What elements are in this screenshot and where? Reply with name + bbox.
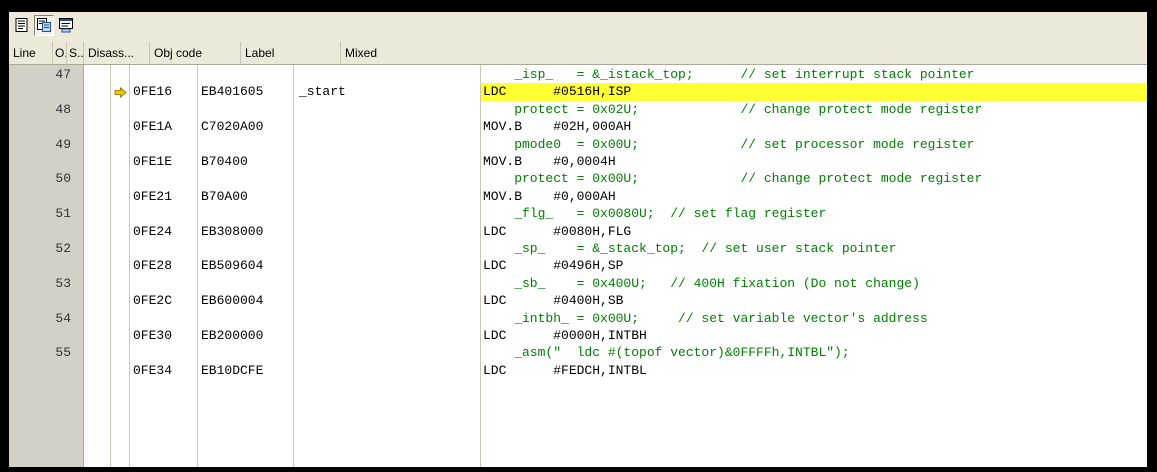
label-cell[interactable]: _start: [299, 83, 346, 101]
column-header-line[interactable]: Line: [9, 42, 53, 64]
line-number-gutter: [9, 65, 84, 467]
column-header: Line O.. S.. Disass... Obj code Label Mi…: [9, 42, 1147, 65]
source-line[interactable]: _flg_ = 0x0080U; // set flag register: [483, 205, 826, 223]
obj-code-cell[interactable]: C7020A00: [201, 118, 263, 136]
column-header-disassembly[interactable]: Disass...: [84, 42, 150, 64]
source-line[interactable]: pmode0 = 0x00U; // set processor mode re…: [483, 136, 974, 154]
column-s: [111, 65, 130, 467]
source-line[interactable]: _sp_ = &_stack_top; // set user stack po…: [483, 240, 896, 258]
source-line[interactable]: _intbh_ = 0x00U; // set variable vector'…: [483, 310, 927, 328]
disassembly-line[interactable]: LDC #0080H,FLG: [483, 223, 631, 241]
disassembly-line[interactable]: LDC #0000H,INTBH: [483, 327, 647, 345]
line-number: 49: [55, 136, 71, 152]
line-number: 53: [55, 275, 71, 291]
obj-code-cell[interactable]: EB200000: [201, 327, 263, 345]
mixed-view-icon: [58, 18, 73, 33]
mixed-code-grid[interactable]: 47 _isp_ = &_istack_top; // set interrup…: [9, 65, 1147, 467]
disassembly-line[interactable]: MOV.B #0,000AH: [483, 188, 616, 206]
address-cell[interactable]: 0FE34: [133, 362, 172, 380]
column-header-mixed[interactable]: Mixed: [341, 42, 1147, 64]
line-number: 52: [55, 241, 71, 256]
disassembly-view-button[interactable]: [34, 15, 54, 36]
current-pc-arrow-icon: [113, 83, 127, 101]
address-cell[interactable]: 0FE1E: [133, 153, 172, 171]
disassembly-line[interactable]: MOV.B #02H,000AH: [483, 118, 631, 136]
disassembly-line[interactable]: LDC #0400H,SB: [483, 292, 623, 310]
disassembly-line[interactable]: LDC #0516H,ISP: [483, 83, 631, 101]
column-divider: [480, 65, 481, 467]
obj-code-cell[interactable]: B70A00: [201, 188, 248, 206]
address-cell[interactable]: 0FE28: [133, 257, 172, 275]
source-line[interactable]: protect = 0x00U; // change protect mode …: [483, 170, 982, 188]
address-cell[interactable]: 0FE1A: [133, 118, 172, 136]
line-number: 51: [55, 206, 71, 222]
disassembly-line[interactable]: LDC #FEDCH,INTBL: [483, 362, 647, 380]
obj-code-cell[interactable]: EB401605: [201, 83, 263, 101]
column-header-label[interactable]: Label: [241, 42, 341, 64]
address-cell[interactable]: 0FE16: [133, 83, 172, 101]
line-number: 48: [55, 101, 71, 117]
address-cell[interactable]: 0FE30: [133, 327, 172, 345]
disassembly-line[interactable]: MOV.B #0,0004H: [483, 153, 616, 171]
line-number: 54: [55, 310, 71, 326]
obj-code-cell[interactable]: EB308000: [201, 223, 263, 241]
obj-code-cell[interactable]: EB10DCFE: [201, 362, 263, 380]
disassembly-view-icon: [36, 18, 51, 32]
column-header-s[interactable]: S..: [67, 42, 84, 64]
disassembly-line[interactable]: LDC #0496H,SP: [483, 257, 623, 275]
obj-code-cell[interactable]: EB600004: [201, 292, 263, 310]
column-header-o[interactable]: O..: [53, 42, 67, 64]
column-divider: [197, 65, 198, 467]
mixed-view-window: Line O.. S.. Disass... Obj code Label Mi…: [9, 12, 1147, 467]
line-number: 55: [55, 345, 71, 361]
column-divider: [293, 65, 294, 467]
view-toolbar: [9, 12, 1147, 43]
source-view-icon: [15, 18, 28, 32]
column-header-obj-code[interactable]: Obj code: [150, 42, 241, 64]
column-o: [84, 65, 111, 467]
source-line[interactable]: protect = 0x02U; // change protect mode …: [483, 101, 982, 119]
mixed-view-button[interactable]: [56, 15, 76, 36]
address-cell[interactable]: 0FE2C: [133, 292, 172, 310]
line-number: 47: [55, 67, 71, 82]
line-number: 50: [55, 171, 71, 187]
address-cell[interactable]: 0FE21: [133, 188, 172, 206]
address-cell[interactable]: 0FE24: [133, 223, 172, 241]
obj-code-cell[interactable]: B70400: [201, 153, 248, 171]
source-view-button[interactable]: [12, 15, 32, 36]
source-line[interactable]: _sb_ = 0x400U; // 400H fixation (Do not …: [483, 275, 920, 293]
source-line[interactable]: _isp_ = &_istack_top; // set interrupt s…: [483, 66, 974, 84]
obj-code-cell[interactable]: EB509604: [201, 257, 263, 275]
source-line[interactable]: _asm(" ldc #(topof vector)&0FFFFh,INTBL"…: [483, 344, 849, 362]
